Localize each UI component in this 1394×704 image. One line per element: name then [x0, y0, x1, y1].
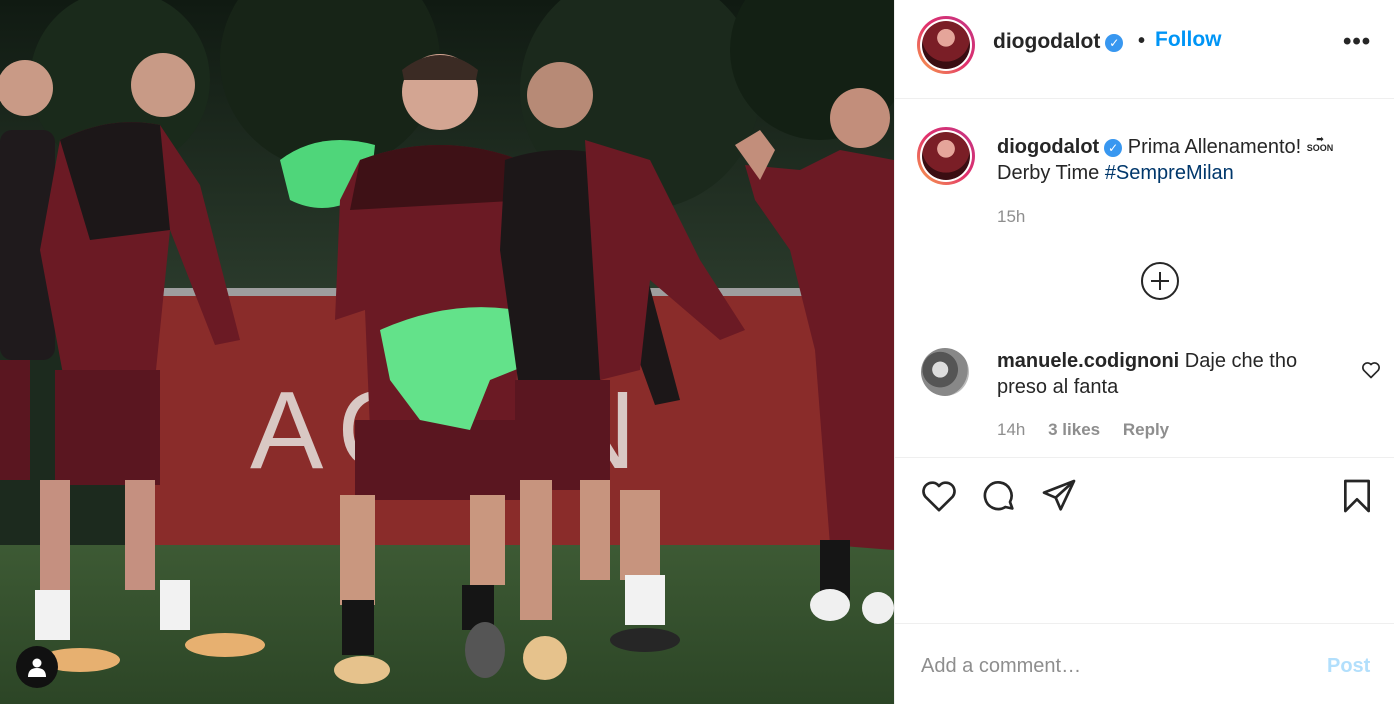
commenter-username[interactable]: manuele.codignoni	[997, 350, 1179, 372]
caption-timestamp[interactable]: 15h	[997, 207, 1025, 227]
like-comment-heart-icon[interactable]	[1361, 360, 1381, 380]
comment-text: manuele.codignoni Daje che tho preso al …	[997, 348, 1337, 400]
follow-button[interactable]: Follow	[1155, 28, 1222, 52]
comment-timestamp[interactable]: 14h	[997, 420, 1025, 439]
like-heart-icon[interactable]	[919, 476, 959, 516]
verified-badge-icon: ✓	[1105, 34, 1124, 52]
post-comment-button[interactable]: Post	[1327, 655, 1370, 678]
soon-arrow-emoji-icon: ➡ SOON	[1307, 135, 1334, 153]
comment-meta: 14h 3 likes Reply	[997, 420, 1187, 440]
post-photo[interactable]: AC AN	[0, 0, 894, 704]
caption-body-2: Derby Time	[997, 162, 1105, 184]
commenter-avatar[interactable]	[921, 348, 969, 396]
caption-text: diogodalot ✓ Prima Allenamento! ➡ SOON Der…	[997, 134, 1377, 186]
caption-username[interactable]: diogodalot	[997, 136, 1099, 158]
author-username-text[interactable]: diogodalot	[993, 30, 1100, 53]
more-options-icon[interactable]: •••	[1343, 28, 1371, 56]
author-avatar[interactable]	[917, 16, 975, 74]
comment-reply-button[interactable]: Reply	[1123, 420, 1169, 439]
caption-verified-badge-icon: ✓	[1104, 139, 1123, 157]
post-header: diogodalot ✓ • Follow •••	[895, 0, 1394, 99]
save-bookmark-icon[interactable]	[1337, 476, 1377, 516]
soon-label: SOON	[1306, 143, 1334, 153]
add-comment-input[interactable]	[921, 646, 1301, 686]
post-side-panel: diogodalot ✓ • Follow ••• diogodalot ✓ Pri…	[894, 0, 1394, 704]
load-more-comments-icon[interactable]	[1141, 262, 1179, 300]
caption-body-1: Prima Allenamento!	[1122, 136, 1307, 158]
post-actions-bar	[895, 457, 1394, 537]
caption-author-avatar[interactable]	[917, 127, 975, 185]
comment-bubble-icon[interactable]	[979, 476, 1019, 516]
add-comment-bar: Post	[895, 623, 1394, 704]
hashtag-link[interactable]: #SempreMilan	[1105, 162, 1234, 184]
tagged-users-button[interactable]	[16, 646, 58, 688]
user-tag-icon	[28, 658, 46, 677]
header-separator: •	[1138, 30, 1146, 52]
author-username[interactable]: diogodalot ✓	[993, 30, 1124, 54]
training-photo-image: AC AN	[0, 0, 894, 704]
share-paper-plane-icon[interactable]	[1039, 476, 1079, 516]
comment-likes-count[interactable]: 3 likes	[1048, 420, 1100, 439]
